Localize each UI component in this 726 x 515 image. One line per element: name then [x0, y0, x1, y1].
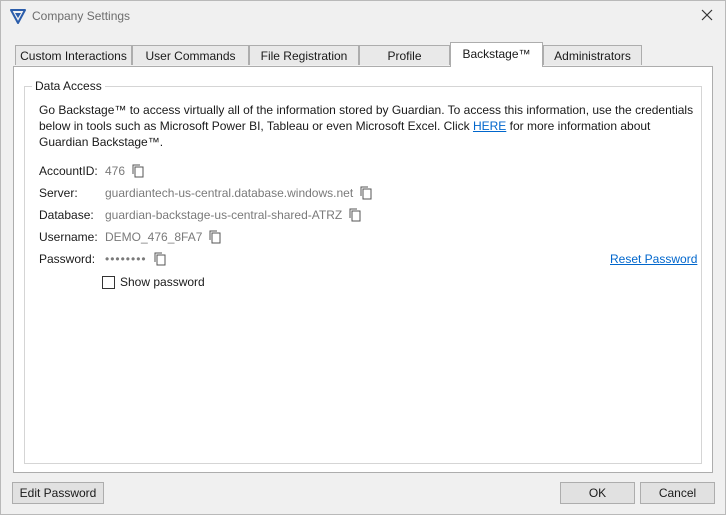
server-value-wrap: guardiantech-us-central.database.windows…	[105, 186, 373, 200]
account-id-value-wrap: 476	[105, 164, 145, 178]
copy-icon[interactable]	[208, 230, 222, 244]
copy-icon[interactable]	[359, 186, 373, 200]
tab-profile[interactable]: Profile	[359, 45, 450, 65]
username-label: Username:	[39, 230, 98, 244]
copy-icon[interactable]	[348, 208, 362, 222]
show-password-row: Show password	[102, 274, 205, 290]
tab-custom-interactions[interactable]: Custom Interactions	[15, 45, 132, 65]
tab-administrators[interactable]: Administrators	[543, 45, 642, 65]
tab-file-registration[interactable]: File Registration	[249, 45, 359, 65]
database-label: Database:	[39, 208, 94, 222]
account-id-label: AccountID:	[39, 164, 98, 178]
cancel-button[interactable]: Cancel	[640, 482, 715, 504]
ok-button[interactable]: OK	[560, 482, 635, 504]
backstage-panel: Data Access Go Backstage™ to access virt…	[13, 66, 713, 473]
server-value: guardiantech-us-central.database.windows…	[105, 186, 354, 200]
edit-password-button[interactable]: Edit Password	[12, 482, 104, 504]
password-value: ••••••••	[105, 252, 147, 266]
reset-password-link[interactable]: Reset Password	[610, 252, 697, 266]
account-id-value: 476	[105, 164, 126, 178]
tab-user-commands[interactable]: User Commands	[132, 45, 249, 65]
database-value: guardian-backstage-us-central-shared-ATR…	[105, 208, 343, 222]
close-button[interactable]	[691, 3, 723, 29]
window-title: Company Settings	[32, 9, 131, 23]
guardian-logo-icon	[10, 8, 26, 24]
company-settings-window: Company Settings Custom Interactions Use…	[0, 0, 726, 515]
username-value-wrap: DEMO_476_8FA7	[105, 230, 222, 244]
more-info-link[interactable]: HERE	[473, 119, 506, 133]
close-icon	[701, 9, 713, 24]
password-value-wrap: ••••••••	[105, 252, 167, 266]
server-label: Server:	[39, 186, 78, 200]
show-password-label[interactable]: Show password	[120, 275, 205, 289]
copy-icon[interactable]	[153, 252, 167, 266]
data-access-group-label: Data Access	[32, 79, 105, 93]
username-value: DEMO_476_8FA7	[105, 230, 203, 244]
tab-strip: Custom Interactions User Commands File R…	[13, 42, 713, 68]
show-password-checkbox[interactable]	[102, 275, 115, 289]
copy-icon[interactable]	[131, 164, 145, 178]
database-value-wrap: guardian-backstage-us-central-shared-ATR…	[105, 208, 362, 222]
password-label: Password:	[39, 252, 96, 266]
backstage-description: Go Backstage™ to access virtually all of…	[39, 102, 699, 150]
title-bar: Company Settings	[1, 1, 725, 32]
tab-backstage[interactable]: Backstage™	[450, 42, 543, 67]
